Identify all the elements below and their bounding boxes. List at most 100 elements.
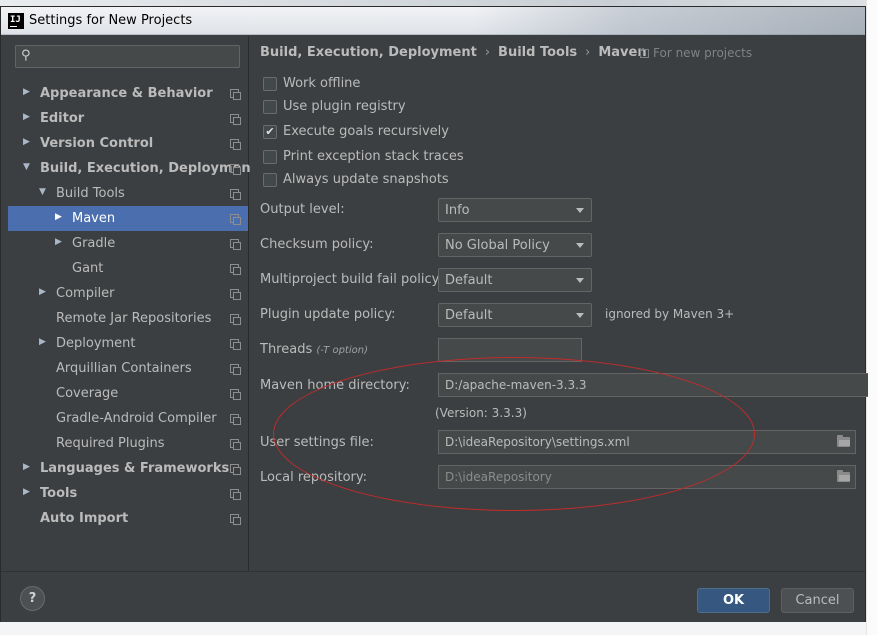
sidebar-item-version-control[interactable]: ▶ Version Control	[8, 131, 248, 156]
threads-input[interactable]	[438, 338, 582, 362]
sidebar-item-build-execution-deployment[interactable]: ▼ Build, Execution, Deployment	[8, 156, 257, 181]
sidebar-item-label: Version Control	[40, 136, 154, 151]
print-exception-stack-traces-checkbox[interactable]	[263, 150, 277, 164]
help-button[interactable]: ?	[20, 586, 45, 611]
sidebar-item-label: Editor	[40, 111, 85, 126]
sidebar-item-gant[interactable]: Gant	[8, 256, 248, 281]
browse-folder-icon[interactable]	[837, 470, 850, 482]
sidebar-item-languages-frameworks[interactable]: ▶ Languages & Frameworks	[8, 456, 248, 481]
sidebar-item-label: Build Tools	[56, 186, 125, 201]
maven-home-input[interactable]: D:/apache-maven-3.3.3	[438, 373, 868, 397]
project-settings-icon	[230, 264, 241, 275]
sidebar-item-label: Deployment	[56, 336, 136, 351]
expand-arrow-icon[interactable]: ▶	[23, 112, 30, 122]
sidebar-item-compiler[interactable]: ▶ Compiler	[8, 281, 248, 306]
threads-hint: (-T option)	[316, 345, 368, 356]
project-settings-icon	[230, 139, 241, 150]
work-offline-checkbox[interactable]	[263, 77, 277, 91]
plugin-update-policy-dropdown[interactable]: Default	[438, 303, 592, 327]
breadcrumb-separator: ›	[585, 45, 591, 60]
ok-button[interactable]: OK	[697, 588, 770, 613]
browse-folder-icon[interactable]	[837, 435, 850, 447]
chevron-down-icon	[576, 313, 584, 318]
output-level-dropdown[interactable]: Info	[438, 198, 592, 222]
sidebar-item-appearance-behavior[interactable]: ▶ Appearance & Behavior	[8, 81, 248, 106]
multiproject-fail-policy-dropdown[interactable]: Default	[438, 268, 592, 292]
expand-arrow-icon[interactable]: ▶	[23, 87, 30, 97]
expand-arrow-icon[interactable]: ▶	[55, 237, 62, 247]
sidebar-item-maven[interactable]: ▶ Maven	[8, 206, 248, 231]
breadcrumb-item[interactable]: Build, Execution, Deployment	[260, 45, 477, 60]
project-settings-icon	[230, 439, 241, 450]
expand-arrow-icon[interactable]: ▶	[55, 212, 62, 222]
dialog-footer: ? OK Cancel	[1, 571, 865, 622]
multiproject-fail-policy-label: Multiproject build fail policy:	[260, 272, 443, 287]
maven-home-label: Maven home directory:	[260, 378, 410, 393]
project-settings-icon	[230, 339, 241, 350]
sidebar-item-label: Appearance & Behavior	[40, 86, 213, 101]
breadcrumb-item[interactable]: Build Tools	[498, 45, 577, 60]
use-plugin-registry-checkbox[interactable]	[263, 100, 277, 114]
expand-arrow-icon[interactable]: ▶	[23, 137, 30, 147]
project-settings-icon	[230, 314, 241, 325]
sidebar-item-arquillian-containers[interactable]: Arquillian Containers	[8, 356, 248, 381]
search-icon[interactable]: ⚲	[21, 48, 31, 63]
sidebar-item-label: Compiler	[56, 286, 115, 301]
expand-arrow-icon[interactable]: ▶	[23, 462, 30, 472]
sidebar-item-label: Tools	[40, 486, 78, 501]
chevron-down-icon	[576, 243, 584, 248]
sidebar-item-label: Gradle	[72, 236, 116, 251]
expand-arrow-icon[interactable]: ▶	[39, 337, 46, 347]
work-offline-label: Work offline	[283, 76, 361, 91]
checksum-policy-label: Checksum policy:	[260, 237, 374, 252]
project-settings-icon	[230, 464, 241, 475]
sidebar-item-editor[interactable]: ▶ Editor	[8, 106, 248, 131]
checksum-policy-value: No Global Policy	[445, 238, 550, 253]
collapse-arrow-icon[interactable]: ▼	[23, 162, 30, 172]
expand-arrow-icon[interactable]: ▶	[23, 487, 30, 497]
sidebar-item-label: Gradle-Android Compiler	[56, 411, 217, 426]
settings-dialog: IJ Settings for New Projects ⚲ ▶ Appeara…	[0, 6, 868, 622]
user-settings-value: D:\ideaRepository\settings.xml	[445, 435, 630, 449]
sidebar-item-tools[interactable]: ▶ Tools	[8, 481, 248, 506]
title-bar[interactable]: IJ Settings for New Projects	[1, 7, 865, 35]
always-update-snapshots-checkbox[interactable]	[263, 173, 277, 187]
sidebar-item-label: Auto Import	[40, 511, 129, 526]
sidebar-item-coverage[interactable]: Coverage	[8, 381, 248, 406]
user-settings-input[interactable]: D:\ideaRepository\settings.xml	[438, 430, 856, 454]
checksum-policy-dropdown[interactable]: No Global Policy	[438, 233, 592, 257]
local-repository-label: Local repository:	[260, 470, 367, 485]
project-settings-icon	[230, 414, 241, 425]
local-repository-input[interactable]: D:\ideaRepository	[438, 465, 856, 489]
project-settings-icon	[230, 514, 241, 525]
output-level-value: Info	[445, 203, 470, 218]
multiproject-fail-policy-value: Default	[445, 273, 493, 288]
project-settings-icon	[230, 364, 241, 375]
sidebar-item-required-plugins[interactable]: Required Plugins	[8, 431, 248, 456]
project-settings-icon	[230, 214, 241, 225]
sidebar-item-gradle-android-compiler[interactable]: Gradle-Android Compiler	[8, 406, 248, 431]
sidebar-item-gradle[interactable]: ▶ Gradle	[8, 231, 248, 256]
expand-arrow-icon[interactable]: ▶	[39, 287, 46, 297]
project-settings-icon	[230, 489, 241, 500]
sidebar-item-deployment[interactable]: ▶ Deployment	[8, 331, 248, 356]
intellij-app-icon: IJ	[8, 13, 24, 29]
settings-sidebar: ⚲ ▶ Appearance & Behavior ▶ Editor ▶ Ver…	[1, 36, 257, 571]
sidebar-item-label: Arquillian Containers	[56, 361, 192, 376]
sidebar-item-label: Languages & Frameworks	[40, 461, 230, 476]
breadcrumb: Build, Execution, Deployment › Build Tools…	[260, 45, 647, 60]
settings-search[interactable]: ⚲	[15, 45, 240, 68]
cancel-button[interactable]: Cancel	[781, 588, 854, 613]
threads-label-text: Threads	[260, 342, 313, 357]
sidebar-item-build-tools[interactable]: ▼ Build Tools	[8, 181, 248, 206]
threads-label: Threads (-T option)	[260, 342, 368, 357]
search-input[interactable]	[38, 48, 234, 65]
sidebar-item-remote-jar-repositories[interactable]: Remote Jar Repositories	[8, 306, 248, 331]
maven-home-value: D:/apache-maven-3.3.3	[445, 378, 587, 392]
collapse-arrow-icon[interactable]: ▼	[39, 187, 46, 197]
sidebar-item-label: Gant	[72, 261, 104, 276]
use-plugin-registry-label: Use plugin registry	[283, 99, 406, 114]
execute-goals-recursively-checkbox[interactable]: ✔	[263, 125, 277, 139]
sidebar-item-auto-import[interactable]: Auto Import	[8, 506, 248, 531]
always-update-snapshots-label: Always update snapshots	[283, 172, 449, 187]
